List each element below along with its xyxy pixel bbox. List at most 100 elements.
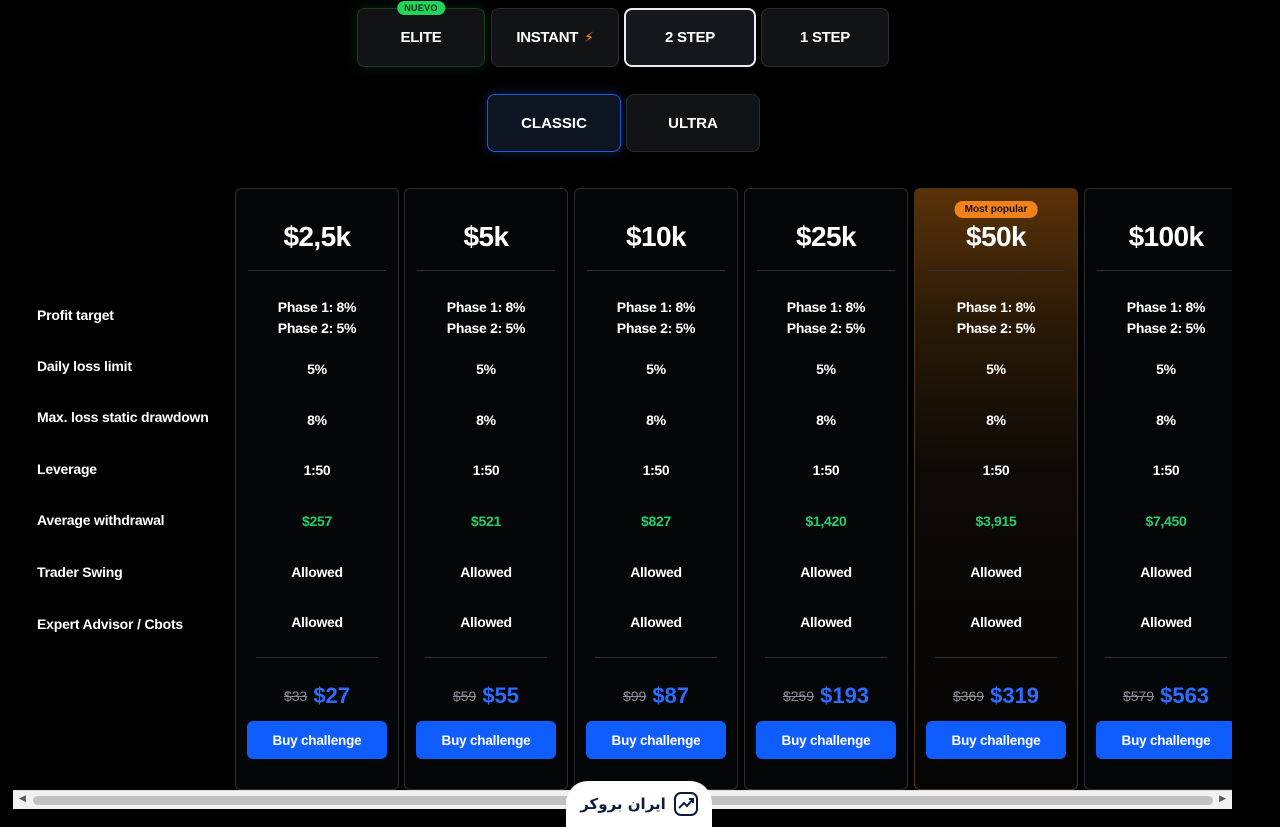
plan-card-2: $5k Phase 1: 8% Phase 2: 5% 5% 8% 1:50 $… [404, 188, 568, 790]
buy-challenge-button[interactable]: Buy challenge [1096, 721, 1236, 759]
row-label-daily-loss: Daily loss limit [37, 358, 132, 374]
price-row: $59 $55 [405, 683, 567, 709]
current-price: $193 [820, 683, 870, 708]
phase-2-target: Phase 2: 5% [616, 320, 696, 336]
plan-divider [425, 657, 547, 658]
current-price: $55 [482, 683, 520, 708]
leverage-value: 1:50 [812, 462, 840, 478]
row-label-leverage: Leverage [37, 461, 97, 477]
tab-ultra-label: ULTRA [668, 114, 718, 132]
phase-2-target: Phase 2: 5% [277, 320, 357, 336]
buy-challenge-button[interactable]: Buy challenge [416, 721, 556, 759]
buy-challenge-button[interactable]: Buy challenge [756, 721, 896, 759]
scroll-right-arrow-icon[interactable]: ▶ [1219, 793, 1226, 804]
buy-challenge-button[interactable]: Buy challenge [586, 721, 726, 759]
plan-divider [1105, 657, 1227, 658]
daily-loss-value: 5% [646, 361, 666, 377]
right-clip-mask [1232, 180, 1280, 800]
plan-card-1: $2,5k Phase 1: 8% Phase 2: 5% 5% 8% 1:50… [235, 188, 399, 790]
old-price: $59 [452, 688, 477, 704]
scroll-left-arrow-icon[interactable]: ◀ [19, 793, 26, 804]
average-withdrawal-value: $3,915 [975, 513, 1017, 529]
plan-card-3: $10k Phase 1: 8% Phase 2: 5% 5% 8% 1:50 … [574, 188, 738, 790]
price-row: $33 $27 [236, 683, 398, 709]
row-label-expert-advisor: Expert Advisor / Cbots [37, 616, 183, 632]
daily-loss-value: 5% [476, 361, 496, 377]
leverage-value: 1:50 [472, 462, 500, 478]
plan-divider [256, 657, 378, 658]
average-withdrawal-value: $7,450 [1145, 513, 1187, 529]
max-loss-value: 8% [1156, 412, 1176, 428]
phase-1-target: Phase 1: 8% [616, 299, 696, 315]
watermark: ایران بروکر [566, 781, 712, 827]
nuevo-badge: NUEVO [397, 1, 445, 15]
phase-2-target: Phase 2: 5% [1126, 320, 1206, 336]
expert-advisor-value: Allowed [630, 614, 682, 630]
max-loss-value: 8% [307, 412, 327, 428]
expert-advisor-value: Allowed [460, 614, 512, 630]
phase-1-target: Phase 1: 8% [446, 299, 526, 315]
current-price: $27 [313, 683, 351, 708]
daily-loss-value: 5% [307, 361, 327, 377]
plan-divider [927, 270, 1065, 271]
tab-instant[interactable]: INSTANT ⚡ [491, 8, 619, 67]
plan-divider [595, 657, 717, 658]
profit-target-value: Phase 1: 8% Phase 2: 5% [236, 297, 398, 339]
plan-size: $25k [796, 221, 856, 252]
tab-classic[interactable]: CLASSIC [487, 94, 621, 152]
row-label-profit-target: Profit target [37, 307, 114, 323]
buy-challenge-button[interactable]: Buy challenge [247, 721, 387, 759]
plan-size: $5k [463, 221, 510, 252]
trader-swing-value: Allowed [460, 564, 512, 580]
max-loss-value: 8% [646, 412, 666, 428]
profit-target-value: Phase 1: 8% Phase 2: 5% [575, 297, 737, 339]
price-row: $99 $87 [575, 683, 737, 709]
phase-1-target: Phase 1: 8% [277, 299, 357, 315]
price-row: $259 $193 [745, 683, 907, 709]
plan-divider [765, 657, 887, 658]
phase-1-target: Phase 1: 8% [786, 299, 866, 315]
phase-1-target: Phase 1: 8% [956, 299, 1036, 315]
plan-card-5: Most popular $50k Phase 1: 8% Phase 2: 5… [914, 188, 1078, 790]
leverage-value: 1:50 [303, 462, 331, 478]
tab-1-step[interactable]: 1 STEP [761, 8, 889, 67]
plan-divider [248, 270, 386, 271]
trader-swing-value: Allowed [970, 564, 1022, 580]
tab-elite[interactable]: NUEVO ELITE [357, 1, 485, 67]
trend-chart-icon [673, 792, 698, 816]
plan-divider [587, 270, 725, 271]
old-price: $99 [622, 688, 647, 704]
phase-2-target: Phase 2: 5% [956, 320, 1036, 336]
expert-advisor-value: Allowed [291, 614, 343, 630]
plan-card-4: $25k Phase 1: 8% Phase 2: 5% 5% 8% 1:50 … [744, 188, 908, 790]
daily-loss-value: 5% [816, 361, 836, 377]
profit-target-value: Phase 1: 8% Phase 2: 5% [405, 297, 567, 339]
leverage-value: 1:50 [1152, 462, 1180, 478]
trader-swing-value: Allowed [1140, 564, 1192, 580]
average-withdrawal-value: $521 [471, 513, 501, 529]
leverage-value: 1:50 [642, 462, 670, 478]
tab-2-step-label: 2 STEP [665, 29, 715, 46]
plan-divider [757, 270, 895, 271]
plan-size: $10k [626, 221, 686, 252]
daily-loss-value: 5% [986, 361, 1006, 377]
row-label-max-loss: Max. loss static drawdown [37, 409, 209, 425]
tab-2-step[interactable]: 2 STEP [624, 8, 756, 67]
buy-challenge-button[interactable]: Buy challenge [926, 721, 1066, 759]
max-loss-value: 8% [986, 412, 1006, 428]
price-row: $369 $319 [915, 683, 1077, 709]
watermark-text: ایران بروکر [580, 795, 666, 813]
row-label-trader-swing: Trader Swing [37, 564, 123, 580]
plan-size: $2,5k [283, 221, 351, 252]
current-price: $319 [990, 683, 1040, 708]
plan-divider [417, 270, 555, 271]
profit-target-value: Phase 1: 8% Phase 2: 5% [745, 297, 907, 339]
expert-advisor-value: Allowed [1140, 614, 1192, 630]
tab-ultra[interactable]: ULTRA [626, 94, 760, 152]
tab-classic-label: CLASSIC [521, 114, 587, 132]
row-label-average-withdrawal: Average withdrawal [37, 512, 165, 528]
trader-swing-value: Allowed [630, 564, 682, 580]
phase-1-target: Phase 1: 8% [1126, 299, 1206, 315]
tab-1-step-label: 1 STEP [800, 29, 850, 46]
plan-divider [935, 657, 1057, 658]
